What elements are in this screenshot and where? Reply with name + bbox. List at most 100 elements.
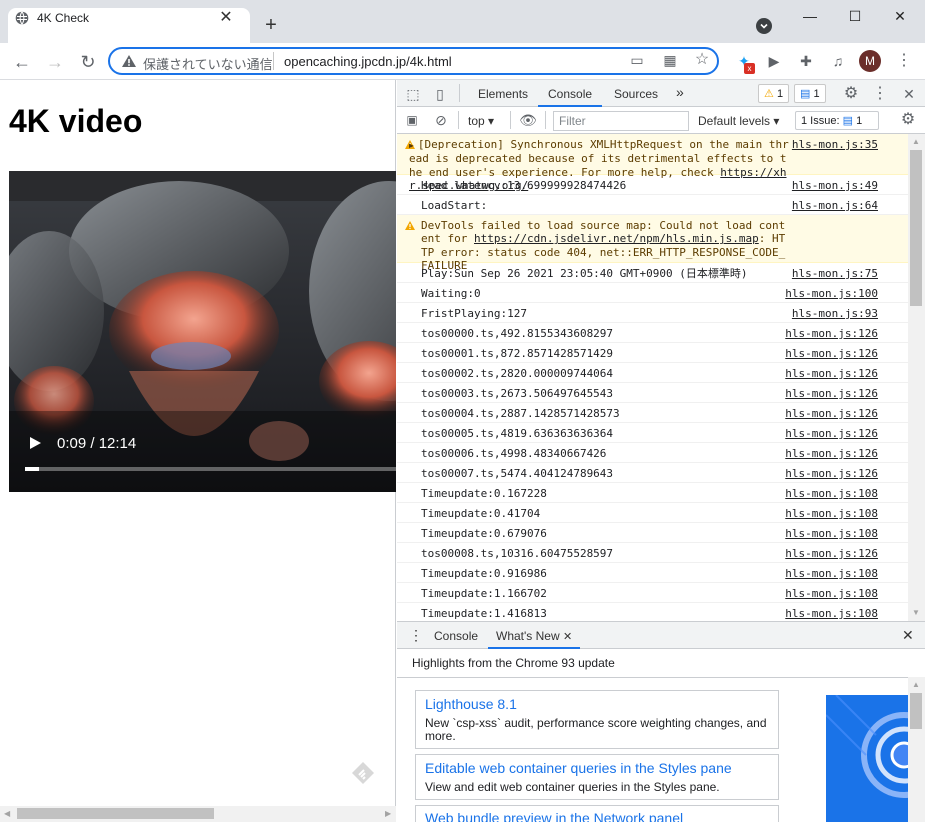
tab-close-icon[interactable]: ✕ — [216, 8, 236, 28]
video-progress-track[interactable] — [25, 467, 396, 471]
filter-input[interactable]: Filter — [553, 111, 689, 131]
scroll-down-icon[interactable]: ▼ — [912, 608, 920, 617]
console-source-link[interactable]: hls-mon.js:49 — [792, 179, 878, 192]
whats-new-scroll-up-icon[interactable]: ▲ — [912, 680, 920, 689]
inspect-element-icon[interactable]: ⬚ — [404, 85, 422, 103]
console-warning-row[interactable]: ▶ [Deprecation] Synchronous XMLHttpReques… — [397, 134, 908, 192]
warning-icon[interactable] — [121, 54, 137, 68]
close-devtools-icon[interactable]: ✕ — [900, 85, 918, 103]
console-log-row[interactable]: Timeupdate:0.167228 hls-mon.js:108 — [397, 483, 908, 503]
console-source-link[interactable]: hls-mon.js:108 — [785, 587, 878, 600]
console-log-row[interactable]: LoadStart: hls-mon.js:64 — [397, 195, 908, 215]
drawer-tab-console[interactable]: Console — [434, 629, 478, 643]
sidebar-toggle-icon[interactable]: ▣ — [403, 111, 421, 129]
devtools-menu-icon[interactable]: ⋮ — [871, 85, 889, 103]
console-log-row[interactable]: tos00003.ts,2673.506497645543 hls-mon.js:… — [397, 383, 908, 403]
forward-icon[interactable]: → — [43, 50, 67, 74]
console-source-link[interactable]: hls-mon.js:108 — [785, 487, 878, 500]
drawer-tab-whats-new[interactable]: What's New ✕ — [488, 629, 581, 649]
scroll-right-icon[interactable]: ▶ — [385, 809, 391, 818]
whats-new-scrollbar-thumb[interactable] — [910, 693, 922, 729]
console-log-row[interactable]: tos00006.ts,4998.48340667426 hls-mon.js:1… — [397, 443, 908, 463]
more-tabs-icon[interactable]: » — [676, 84, 684, 100]
console-log-row[interactable]: Timeupdate:0.679076 hls-mon.js:108 — [397, 523, 908, 543]
console-log-row[interactable]: FristPlaying:127 hls-mon.js:93 — [397, 303, 908, 323]
new-tab-icon[interactable]: + — [260, 14, 282, 36]
device-toolbar-icon[interactable]: ▯ — [431, 85, 449, 103]
console-log-row[interactable]: tos00008.ts,10316.60475528597 hls-mon.js:… — [397, 543, 908, 563]
console-source-link[interactable]: hls-mon.js:108 — [785, 567, 878, 580]
console-source-link[interactable]: hls-mon.js:108 — [785, 527, 878, 540]
context-selector[interactable]: top ▾ — [468, 114, 494, 128]
close-window-icon[interactable]: ✕ — [885, 6, 915, 26]
console-source-link[interactable]: hls-mon.js:126 — [785, 407, 878, 420]
scroll-up-icon[interactable]: ▲ — [912, 137, 920, 146]
console-source-link[interactable]: hls-mon.js:100 — [785, 287, 878, 300]
console-source-link[interactable]: hls-mon.js:126 — [785, 327, 878, 340]
console-log-row[interactable]: tos00005.ts,4819.636363636364 hls-mon.js:… — [397, 423, 908, 443]
warnings-badge[interactable]: ⚠ 1 — [758, 84, 790, 103]
card-title[interactable]: Editable web container queries in the St… — [425, 760, 732, 776]
tab-console[interactable]: Console — [538, 87, 603, 107]
console-log-row[interactable]: Timeupdate:0.916986 hls-mon.js:108 — [397, 563, 908, 583]
url-text[interactable]: opencaching.jpcdn.jp/4k.html — [284, 54, 452, 69]
console-log-row[interactable]: tos00002.ts,2820.000009744064 hls-mon.js:… — [397, 363, 908, 383]
expand-triangle-icon[interactable]: ▶ — [409, 141, 414, 150]
console-log-row[interactable]: Head latency:13.699999928474426 hls-mon.j… — [397, 175, 908, 195]
avatar[interactable]: M — [859, 50, 881, 72]
console-log-row[interactable]: tos00000.ts,492.8155343608297 hls-mon.js:… — [397, 323, 908, 343]
console-source-link[interactable]: hls-mon.js:35 — [792, 138, 878, 151]
eye-icon[interactable]: 👁 — [519, 111, 537, 129]
settings-gear-icon[interactable]: ⚙ — [842, 85, 860, 103]
console-log-row[interactable]: tos00001.ts,872.8571428571429 hls-mon.js:… — [397, 343, 908, 363]
maximize-icon[interactable]: ☐ — [840, 6, 870, 26]
console-source-link[interactable]: hls-mon.js:108 — [785, 607, 878, 620]
console-log-row[interactable]: Waiting:0 hls-mon.js:100 — [397, 283, 908, 303]
qr-code-icon[interactable]: ▦ — [661, 51, 679, 69]
console-source-link[interactable]: hls-mon.js:126 — [785, 387, 878, 400]
console-source-link[interactable]: hls-mon.js:126 — [785, 367, 878, 380]
console-log[interactable]: ▶ [Deprecation] Synchronous XMLHttpReques… — [397, 134, 908, 621]
console-source-link[interactable]: hls-mon.js:64 — [792, 199, 878, 212]
issues-button[interactable]: 1 Issue: ▤ 1 — [795, 111, 879, 130]
kebab-menu-icon[interactable]: ⋮ — [894, 51, 914, 71]
console-log-row[interactable]: tos00007.ts,5474.404124789643 hls-mon.js:… — [397, 463, 908, 483]
close-tab-icon[interactable]: ✕ — [563, 631, 572, 643]
console-source-link[interactable]: hls-mon.js:126 — [785, 347, 878, 360]
messages-badge[interactable]: ▤ 1 — [794, 84, 826, 103]
console-scrollbar-thumb[interactable] — [910, 150, 922, 306]
bookmark-star-icon[interactable]: ☆ — [693, 51, 711, 69]
whats-new-card[interactable]: Editable web container queries in the St… — [415, 754, 779, 800]
console-source-link[interactable]: hls-mon.js:108 — [785, 507, 878, 520]
log-levels-dropdown[interactable]: Default levels ▾ — [698, 114, 779, 128]
card-title[interactable]: Lighthouse 8.1 — [425, 696, 517, 712]
reload-icon[interactable]: ↻ — [76, 50, 100, 74]
minimize-icon[interactable]: — — [795, 6, 825, 26]
card-title[interactable]: Web bundle preview in the Network panel — [425, 810, 683, 822]
clear-console-icon[interactable]: ⊘ — [432, 111, 450, 129]
media-controls-icon[interactable]: ♫ — [828, 51, 848, 71]
horizontal-scrollbar-thumb[interactable] — [17, 808, 214, 819]
tab-sources[interactable]: Sources — [614, 87, 658, 101]
puzzle-extensions-icon[interactable]: ✚ — [796, 51, 816, 71]
console-log-row[interactable]: tos00004.ts,2887.1428571428573 hls-mon.js… — [397, 403, 908, 423]
console-link[interactable]: https://cdn.jsdelivr.net/npm/hls.min.js.… — [474, 232, 759, 245]
back-icon[interactable]: ← — [10, 50, 34, 74]
play-icon[interactable] — [28, 436, 42, 450]
tab-elements[interactable]: Elements — [478, 87, 528, 101]
tab-search-icon[interactable] — [756, 18, 772, 34]
console-log-row[interactable]: Timeupdate:0.41704 hls-mon.js:108 — [397, 503, 908, 523]
console-log-row[interactable]: Play:Sun Sep 26 2021 23:05:40 GMT+0900 (… — [397, 263, 908, 283]
console-settings-gear-icon[interactable]: ⚙ — [899, 111, 917, 129]
feedly-icon[interactable] — [350, 760, 376, 786]
console-source-link[interactable]: hls-mon.js:126 — [785, 547, 878, 560]
scroll-left-icon[interactable]: ◀ — [4, 809, 10, 818]
console-warning-row[interactable]: DevTools failed to load source map: Coul… — [397, 215, 908, 272]
drawer-menu-icon[interactable]: ⋮ — [409, 627, 423, 644]
console-source-link[interactable]: hls-mon.js:75 — [792, 267, 878, 280]
console-source-link[interactable]: hls-mon.js:126 — [785, 427, 878, 440]
security-status[interactable]: 保護されていない通信 — [143, 54, 273, 73]
play-extension-icon[interactable]: ▶ — [764, 51, 784, 71]
console-log-row[interactable]: Timeupdate:1.416813 hls-mon.js:108 — [397, 603, 908, 621]
console-source-link[interactable]: hls-mon.js:93 — [792, 307, 878, 320]
